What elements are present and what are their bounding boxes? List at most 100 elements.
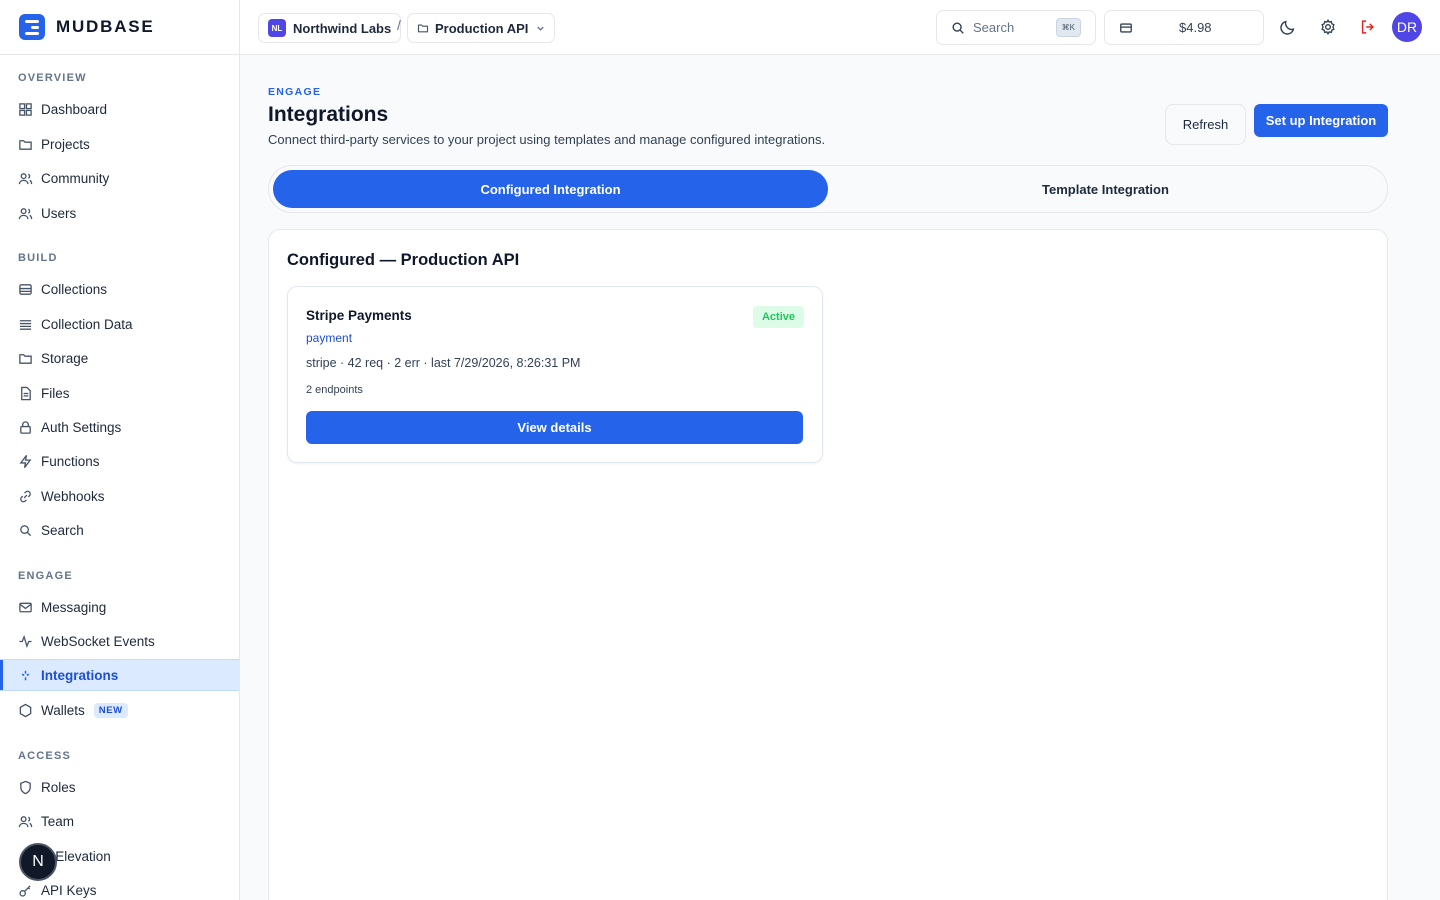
integrations-icon <box>18 668 33 683</box>
sidebar-item-auth-settings[interactable]: Auth Settings <box>0 411 239 443</box>
avatar[interactable]: DR <box>1392 12 1422 42</box>
sidebar-item-label: Community <box>41 170 110 186</box>
sidebar-item-label: Team <box>41 813 75 829</box>
refresh-button[interactable]: Refresh <box>1165 104 1246 145</box>
panel-title: Configured — Production API <box>287 251 520 269</box>
moon-icon[interactable] <box>1278 17 1298 37</box>
logout-icon[interactable] <box>1358 17 1378 37</box>
chevron-down-icon <box>536 24 545 33</box>
tab-configured[interactable]: Configured Integration <box>273 170 828 208</box>
integration-endpoints: 2 endpoints <box>306 384 363 396</box>
list-icon <box>18 317 33 332</box>
sidebar-item-label: Wallets <box>41 702 85 718</box>
users-icon <box>18 171 33 186</box>
sidebar-item-files[interactable]: Files <box>0 377 239 409</box>
sidebar-item-label: Functions <box>41 453 100 469</box>
section-title-access: ACCESS <box>18 750 72 762</box>
sidebar-item-webhooks[interactable]: Webhooks <box>0 480 239 512</box>
search-shortcut: ⌘K <box>1055 18 1081 37</box>
sidebar-item-label: Storage <box>41 350 89 366</box>
sidebar-item-label: Dashboard <box>41 101 108 117</box>
sidebar-item-functions[interactable]: Functions <box>0 445 239 477</box>
sidebar-item-integrations[interactable]: Integrations <box>0 659 239 691</box>
search-button[interactable]: Search ⌘K <box>936 10 1096 45</box>
sidebar-item-collections[interactable]: Collections <box>0 273 239 305</box>
sidebar-item-label: Roles <box>41 779 76 795</box>
configured-panel: Configured — Production API Stripe Payme… <box>268 229 1388 900</box>
folder-icon <box>417 22 429 34</box>
users-icon <box>18 206 33 221</box>
shield-icon <box>18 780 33 795</box>
breadcrumb-separator: / <box>397 17 401 33</box>
sidebar: MUDBASE OVERVIEW Dashboard Projects Comm… <box>0 0 240 900</box>
sidebar-item-label: Messaging <box>41 599 107 615</box>
sidebar-item-websocket-events[interactable]: WebSocket Events <box>0 625 239 657</box>
integration-card: Stripe Payments Active payment stripe · … <box>287 286 823 463</box>
brand-name: MUDBASE <box>56 17 155 36</box>
view-details-button[interactable]: View details <box>306 411 803 444</box>
sidebar-item-label: Integrations <box>41 667 119 683</box>
key-icon <box>18 883 33 898</box>
assistant-fab-button[interactable]: N <box>19 843 57 881</box>
setup-integration-button[interactable]: Set up Integration <box>1254 104 1388 137</box>
sidebar-item-dashboard[interactable]: Dashboard <box>0 93 239 125</box>
integration-meta: stripe · 42 req · 2 err · last 7/29/2026… <box>306 356 581 370</box>
sidebar-item-wallets[interactable]: Wallets NEW <box>0 694 239 726</box>
activity-icon <box>18 634 33 649</box>
sidebar-item-team[interactable]: Team <box>0 805 239 837</box>
hexagon-icon <box>18 703 33 718</box>
file-icon <box>18 386 33 401</box>
sidebar-item-label: API Keys <box>41 882 97 898</box>
gear-icon[interactable] <box>1318 17 1338 37</box>
section-title-build: BUILD <box>18 252 58 264</box>
integration-tabs: Configured Integration Template Integrat… <box>268 165 1388 213</box>
sidebar-item-storage[interactable]: Storage <box>0 342 239 374</box>
sidebar-item-search[interactable]: Search <box>0 514 239 546</box>
sidebar-item-label: Search <box>41 522 84 538</box>
org-avatar: NL <box>268 19 286 37</box>
search-label: Search <box>973 20 1015 35</box>
lock-icon <box>18 420 33 435</box>
sidebar-item-messaging[interactable]: Messaging <box>0 591 239 623</box>
project-switcher[interactable]: Production API <box>407 13 556 43</box>
search-icon <box>18 523 33 538</box>
sidebar-item-label: Collection Data <box>41 316 133 332</box>
search-icon <box>951 21 965 35</box>
new-badge: NEW <box>93 702 128 718</box>
grid-icon <box>18 102 33 117</box>
sidebar-item-collection-data[interactable]: Collection Data <box>0 308 239 340</box>
sidebar-item-label: Users <box>41 205 77 221</box>
sidebar-item-users[interactable]: Users <box>0 197 239 229</box>
users-icon <box>18 814 33 829</box>
project-name: Production API <box>435 20 529 36</box>
page-subtitle: Connect third-party services to your pro… <box>268 132 826 147</box>
database-icon <box>18 282 33 297</box>
integration-category: payment <box>306 331 353 345</box>
sidebar-item-roles[interactable]: Roles <box>0 771 239 803</box>
mail-icon <box>18 600 33 615</box>
bolt-icon <box>18 454 33 469</box>
section-title-overview: OVERVIEW <box>18 72 87 84</box>
section-title-engage: ENGAGE <box>18 570 73 582</box>
sidebar-item-projects[interactable]: Projects <box>0 128 239 160</box>
sidebar-item-label: Projects <box>41 136 90 152</box>
sidebar-item-label: Collections <box>41 281 108 297</box>
sidebar-item-label: Webhooks <box>41 488 105 504</box>
folder-icon <box>18 137 33 152</box>
sidebar-item-label: Auth Settings <box>41 419 122 435</box>
org-switcher[interactable]: NL Northwind Labs <box>258 13 402 43</box>
tab-template[interactable]: Template Integration <box>828 170 1383 208</box>
sidebar-item-community[interactable]: Community <box>0 162 239 194</box>
folder-icon <box>18 351 33 366</box>
wallet-amount: $4.98 <box>1179 20 1212 35</box>
sidebar-item-label: WebSocket Events <box>41 633 155 649</box>
brand[interactable]: MUDBASE <box>0 0 239 55</box>
page-eyebrow: ENGAGE <box>268 86 322 98</box>
integration-name: Stripe Payments <box>306 308 412 323</box>
wallet-balance-button[interactable]: $4.98 <box>1104 10 1264 45</box>
org-name: Northwind Labs <box>293 20 392 36</box>
topbar: NL Northwind Labs / Production API Searc… <box>240 0 1440 55</box>
sidebar-item-label: Files <box>41 385 70 401</box>
brand-logo-icon <box>19 14 45 40</box>
link-icon <box>18 489 33 504</box>
